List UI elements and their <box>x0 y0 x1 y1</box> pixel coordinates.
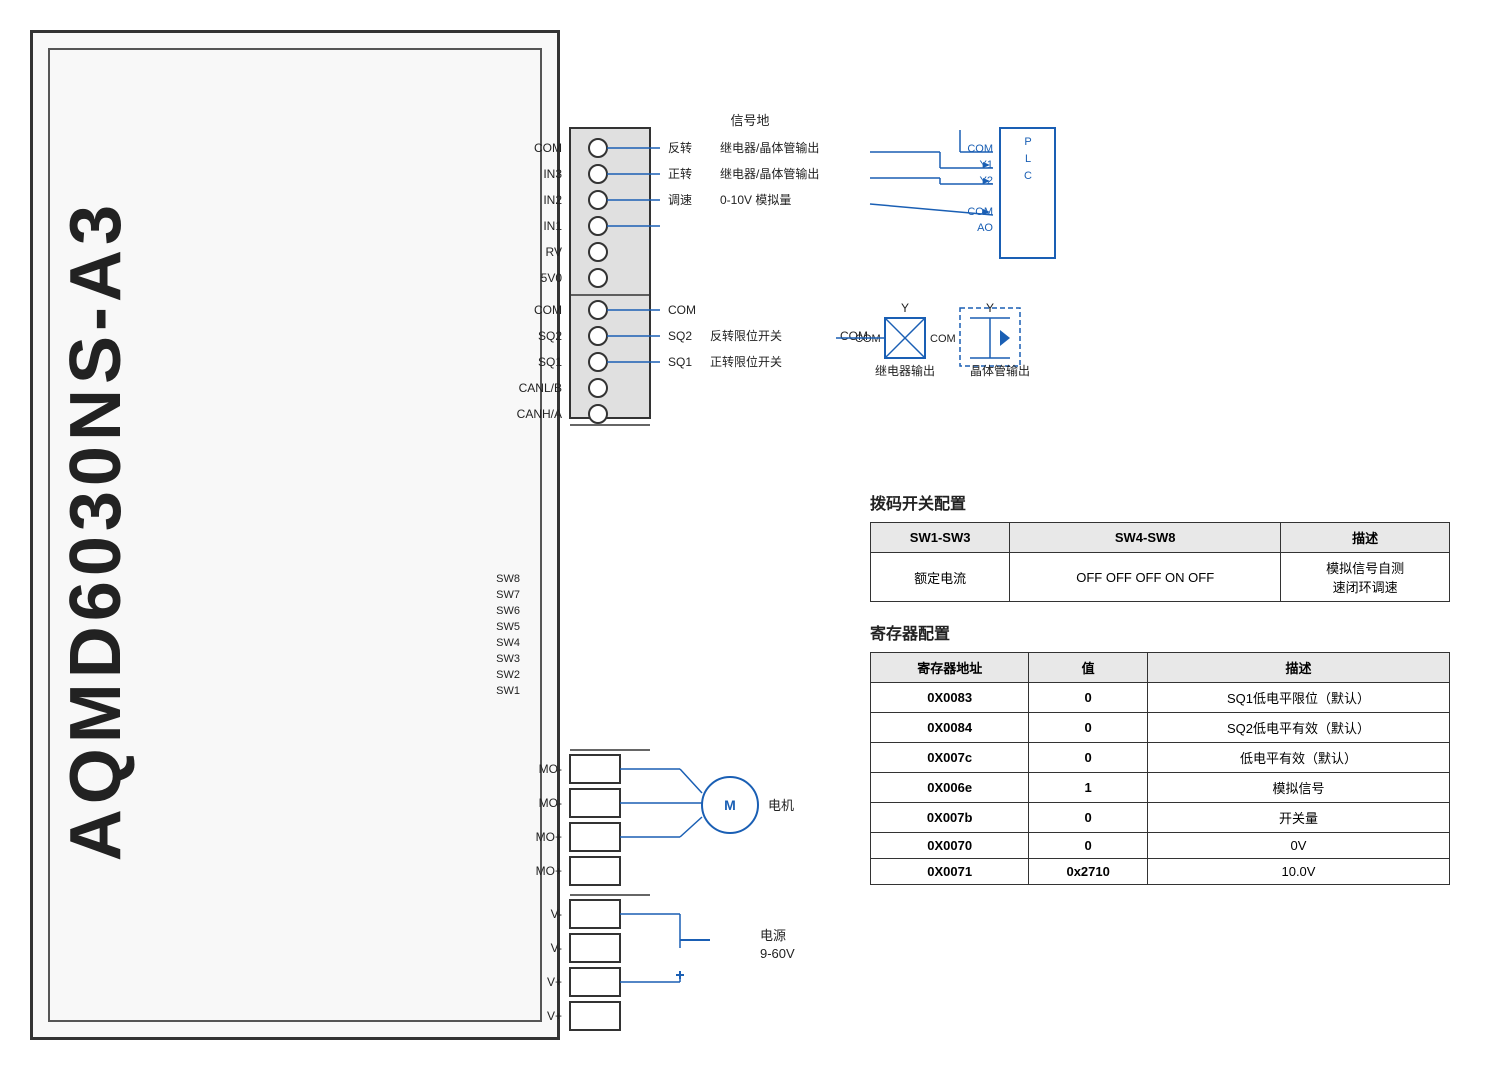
svg-text:Y: Y <box>986 301 994 315</box>
reg-table: 寄存器地址 值 描述 0X0083 0 SQ1低电平限位（默认） 0X0084 … <box>870 652 1450 885</box>
reg-desc: 10.0V <box>1147 859 1449 885</box>
svg-text:继电器/晶体管输出: 继电器/晶体管输出 <box>720 140 819 155</box>
svg-text:电源: 电源 <box>760 928 786 943</box>
reg-desc: 0V <box>1147 833 1449 859</box>
reg-title: 寄存器配置 <box>870 620 1450 644</box>
register-section: 寄存器配置 寄存器地址 值 描述 0X0083 0 SQ1低电平限位（默认） 0… <box>870 620 1450 885</box>
reg-desc: SQ2低电平有效（默认） <box>1147 713 1449 743</box>
reg-addr: 0X007c <box>871 743 1029 773</box>
svg-text:反转限位开关: 反转限位开关 <box>710 328 782 343</box>
svg-text:COM: COM <box>967 206 993 218</box>
reg-addr: 0X0071 <box>871 859 1029 885</box>
reg-desc: 开关量 <box>1147 803 1449 833</box>
reg-table-row: 0X0084 0 SQ2低电平有效（默认） <box>871 713 1450 743</box>
svg-text:C: C <box>1024 170 1032 182</box>
svg-text:M: M <box>724 797 736 813</box>
svg-text:SQ2: SQ2 <box>668 329 692 343</box>
model-name: AQMD6030NS-A3 <box>55 200 137 861</box>
reg-addr: 0X0084 <box>871 713 1029 743</box>
reg-header-desc: 描述 <box>1147 653 1449 683</box>
reg-desc: 低电平有效（默认） <box>1147 743 1449 773</box>
reg-val: 0 <box>1029 803 1148 833</box>
svg-text:调速: 调速 <box>668 193 692 207</box>
dip-desc: 模拟信号自测 速闭环调速 <box>1281 553 1450 602</box>
reg-addr: 0X0070 <box>871 833 1029 859</box>
reg-table-row: 0X0070 0 0V <box>871 833 1450 859</box>
svg-text:信号地: 信号地 <box>730 113 769 128</box>
dip-sw1sw3: 额定电流 <box>871 553 1010 602</box>
reg-desc: SQ1低电平限位（默认） <box>1147 683 1449 713</box>
reg-table-row: 0X0083 0 SQ1低电平限位（默认） <box>871 683 1450 713</box>
svg-text:9-60V: 9-60V <box>760 946 795 961</box>
reg-table-row: 0X007c 0 低电平有效（默认） <box>871 743 1450 773</box>
svg-text:Y1: Y1 <box>980 159 993 171</box>
reg-table-row: 0X006e 1 模拟信号 <box>871 773 1450 803</box>
svg-text:Y: Y <box>901 301 909 315</box>
svg-text:继电器/晶体管输出: 继电器/晶体管输出 <box>720 166 819 181</box>
svg-text:正转: 正转 <box>668 166 692 181</box>
reg-val: 1 <box>1029 773 1148 803</box>
svg-text:COM: COM <box>668 303 696 317</box>
reg-addr: 0X007b <box>871 803 1029 833</box>
svg-text:继电器输出: 继电器输出 <box>875 363 935 378</box>
reg-desc: 模拟信号 <box>1147 773 1449 803</box>
svg-text:0-10V 模拟量: 0-10V 模拟量 <box>720 193 791 207</box>
svg-text:L: L <box>1025 153 1031 165</box>
dip-table-row: 额定电流 OFF OFF OFF ON OFF 模拟信号自测 速闭环调速 <box>871 553 1450 602</box>
reg-val: 0x2710 <box>1029 859 1148 885</box>
reg-table-row: 0X0071 0x2710 10.0V <box>871 859 1450 885</box>
svg-text:Y2: Y2 <box>980 175 993 187</box>
svg-text:AO: AO <box>977 222 993 234</box>
reg-val: 0 <box>1029 683 1148 713</box>
svg-text:COM: COM <box>855 333 881 345</box>
reg-val: 0 <box>1029 833 1148 859</box>
svg-text:SQ1: SQ1 <box>668 355 692 369</box>
reg-header-val: 值 <box>1029 653 1148 683</box>
svg-text:电机: 电机 <box>768 798 794 813</box>
dip-table: SW1-SW3 SW4-SW8 描述 额定电流 OFF OFF OFF ON O… <box>870 522 1450 602</box>
reg-addr: 0X006e <box>871 773 1029 803</box>
svg-text:晶体管输出: 晶体管输出 <box>970 363 1030 378</box>
dip-header-sw1sw3: SW1-SW3 <box>871 523 1010 553</box>
dip-switch-section: 拨码开关配置 SW1-SW3 SW4-SW8 描述 额定电流 OFF OFF O… <box>870 490 1450 602</box>
svg-text:COM: COM <box>840 329 868 343</box>
svg-text:COM: COM <box>930 333 956 345</box>
reg-val: 0 <box>1029 743 1148 773</box>
dip-header-sw4sw8: SW4-SW8 <box>1010 523 1281 553</box>
dip-title: 拨码开关配置 <box>870 490 1450 514</box>
dip-sw4sw8: OFF OFF OFF ON OFF <box>1010 553 1281 602</box>
reg-header-addr: 寄存器地址 <box>871 653 1029 683</box>
reg-addr: 0X0083 <box>871 683 1029 713</box>
svg-text:正转限位开关: 正转限位开关 <box>710 354 782 369</box>
dip-header-desc: 描述 <box>1281 523 1450 553</box>
reg-val: 0 <box>1029 713 1148 743</box>
svg-text:COM: COM <box>967 143 993 155</box>
svg-text:反转: 反转 <box>668 140 692 155</box>
svg-text:P: P <box>1024 136 1031 148</box>
reg-table-row: 0X007b 0 开关量 <box>871 803 1450 833</box>
